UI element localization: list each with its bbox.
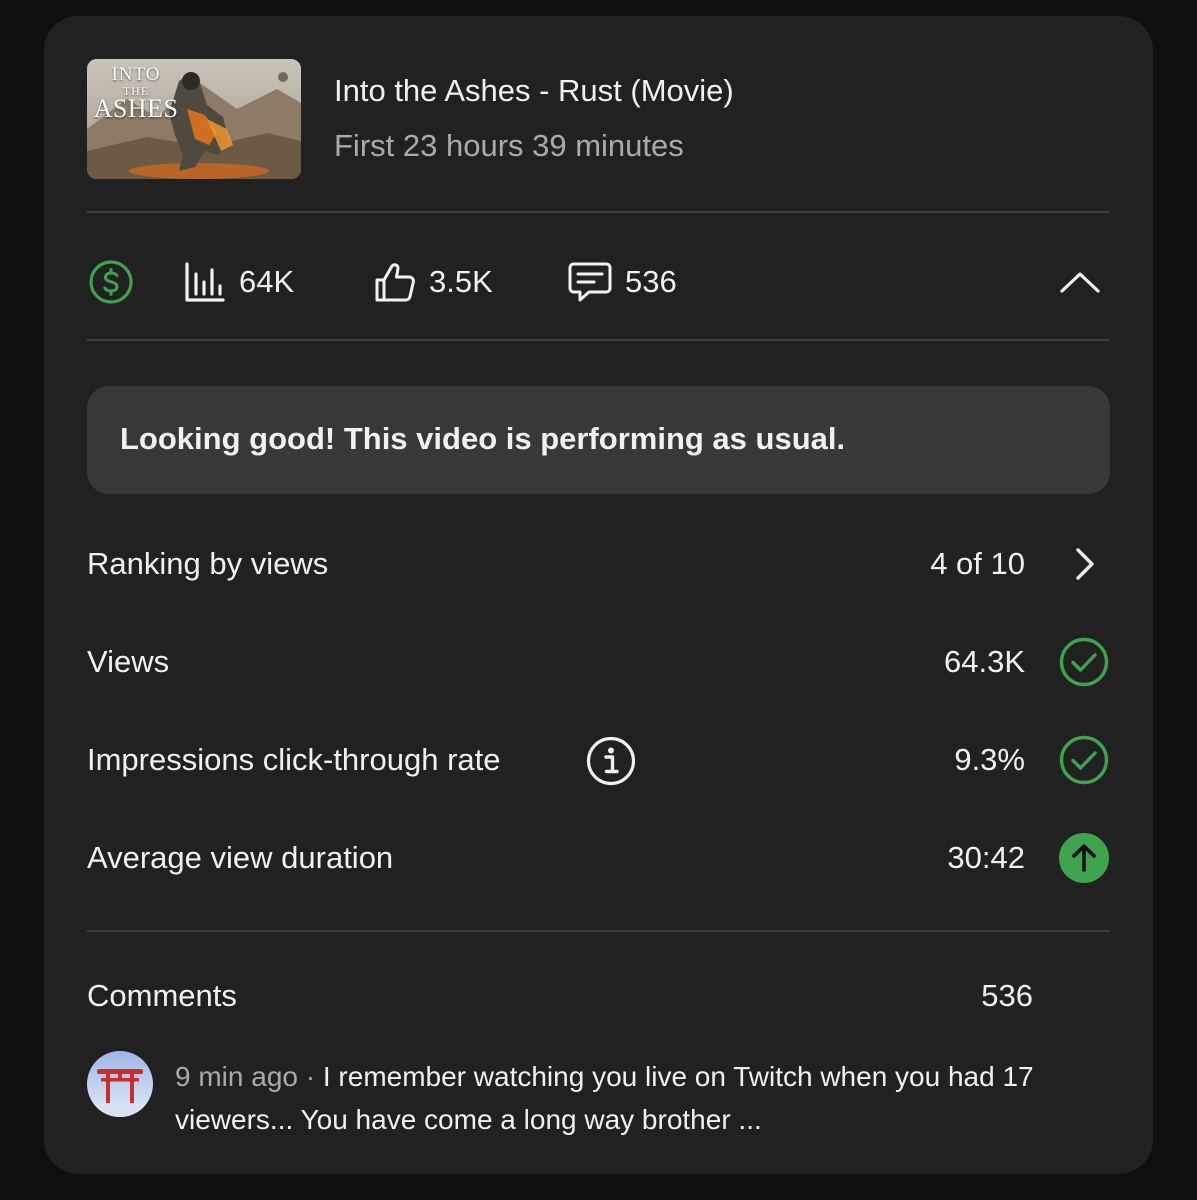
metric-impressions-ctr[interactable]: Impressions click-through rate 9.3% xyxy=(87,730,1110,790)
video-subtitle: First 23 hours 39 minutes xyxy=(334,128,684,163)
comment-time: 9 min ago xyxy=(175,1061,298,1092)
likes-count: 3.5K xyxy=(429,264,493,299)
comments-count-stat: 536 xyxy=(625,264,677,299)
thumbs-up-icon xyxy=(375,263,415,302)
divider xyxy=(87,930,1110,932)
bar-chart-icon xyxy=(185,262,225,302)
metric-label: Views xyxy=(87,644,170,679)
latest-comment[interactable]: 9 min ago · I remember watching you live… xyxy=(175,1055,1095,1141)
dollar-circle-icon xyxy=(89,260,133,304)
comment-icon xyxy=(568,262,612,302)
thumbnail-title: INTO THE ASHES xyxy=(93,64,179,123)
stats-row: 64K 3.5K 536 xyxy=(87,252,1110,312)
collapse-button[interactable] xyxy=(1058,262,1102,302)
metric-label: Ranking by views xyxy=(87,546,329,581)
metric-value: 9.3% xyxy=(954,742,1025,777)
metric-views[interactable]: Views 64.3K xyxy=(87,632,1110,692)
performance-banner: Looking good! This video is performing a… xyxy=(87,386,1110,494)
metric-value: 64.3K xyxy=(943,644,1025,679)
divider xyxy=(87,339,1110,341)
metric-average-view-duration[interactable]: Average view duration 30:42 xyxy=(87,828,1110,888)
comments-title[interactable]: Comments xyxy=(87,978,237,1014)
torii-gate-icon xyxy=(95,1069,145,1117)
metric-label: Impressions click-through rate xyxy=(87,742,501,777)
info-icon[interactable] xyxy=(585,735,637,787)
chevron-up-icon xyxy=(1060,272,1100,293)
chevron-right-icon[interactable] xyxy=(1058,538,1110,590)
metric-label: Average view duration xyxy=(87,840,394,875)
check-circle-icon xyxy=(1059,637,1109,687)
views-stat[interactable]: 64K xyxy=(183,252,294,312)
divider xyxy=(87,211,1110,213)
metric-value: 30:42 xyxy=(947,840,1025,875)
performance-message: Looking good! This video is performing a… xyxy=(120,421,846,456)
comments-count: 536 xyxy=(981,978,1033,1013)
video-insights-card: INTO THE ASHES Into the Ashes - Rust (Mo… xyxy=(44,16,1153,1174)
video-title[interactable]: Into the Ashes - Rust (Movie) xyxy=(334,73,734,109)
avatar[interactable] xyxy=(87,1051,153,1117)
metric-value: 4 of 10 xyxy=(930,546,1025,581)
likes-stat[interactable]: 3.5K xyxy=(373,252,493,312)
metric-ranking-by-views[interactable]: Ranking by views 4 of 10 xyxy=(87,534,1110,594)
video-thumbnail[interactable]: INTO THE ASHES xyxy=(87,59,301,179)
monetization-status[interactable] xyxy=(87,252,135,312)
video-header[interactable]: INTO THE ASHES Into the Ashes - Rust (Mo… xyxy=(87,59,1110,179)
arrow-up-circle-icon xyxy=(1059,833,1109,883)
comment-separator: · xyxy=(297,1061,323,1092)
comments-stat[interactable]: 536 xyxy=(567,252,677,312)
check-circle-icon xyxy=(1059,735,1109,785)
views-count: 64K xyxy=(239,264,295,299)
